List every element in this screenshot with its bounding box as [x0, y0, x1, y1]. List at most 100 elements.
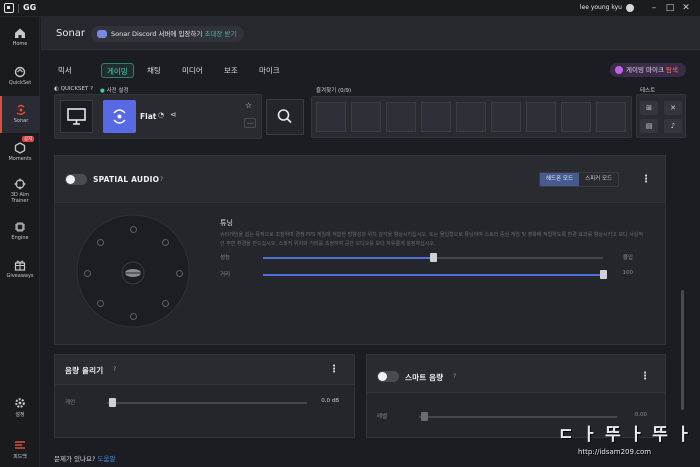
star-icon[interactable]: ☆ — [245, 101, 252, 110]
sidebar-item-engine[interactable]: Engine — [0, 221, 40, 241]
favorite-slot[interactable] — [351, 102, 381, 132]
performance-slider-label: 성능 — [220, 255, 231, 261]
preset-name: Flat — [140, 112, 157, 121]
favorite-slot[interactable] — [526, 102, 556, 132]
tab-mixer[interactable]: 믹서 — [53, 63, 77, 78]
more-options-icon[interactable]: ⋮ — [329, 365, 339, 375]
close-button[interactable]: ✕ — [680, 2, 692, 14]
section-title: SPATIAL AUDIO — [93, 175, 160, 184]
favorite-slot[interactable] — [456, 102, 486, 132]
scrollbar[interactable] — [681, 290, 684, 410]
speaker-position-handle[interactable] — [162, 238, 170, 246]
speaker-position-handle[interactable] — [83, 269, 91, 277]
discord-banner[interactable]: Sonar Discord 서버에 입장하기 초대장 받기 — [91, 26, 245, 42]
favorite-slot[interactable] — [491, 102, 521, 132]
favorite-slot[interactable] — [316, 102, 346, 132]
tab-aux[interactable]: 보조 — [219, 63, 243, 78]
user-name[interactable]: lee young kyu — [580, 4, 622, 11]
sidebar-item-label: 설정 — [15, 412, 25, 418]
chip-icon — [15, 222, 25, 232]
gain-value: 0.0 dB — [321, 398, 339, 404]
quickset-label: QUICKSET — [60, 86, 89, 92]
more-options-icon[interactable]: ⋮ — [640, 372, 650, 382]
sidebar-item-feedback[interactable]: 피드백 — [0, 439, 40, 460]
quickset-icon: ◐ — [54, 86, 59, 92]
level-slider-thumb[interactable] — [421, 412, 428, 421]
distance-slider-fill — [263, 274, 603, 276]
favorite-slot[interactable] — [561, 102, 591, 132]
speaker-position-handle[interactable] — [96, 238, 104, 246]
sidebar-item-sonar[interactable]: Sonar — [0, 96, 40, 133]
section-title: 스마트 음량 — [405, 373, 444, 382]
test-gamepad-button[interactable]: ⊞ — [640, 101, 658, 115]
gain-slider-track[interactable] — [107, 402, 307, 404]
tab-mic[interactable]: 마이크 — [254, 63, 285, 78]
volume-boost-panel: 음량 올리기 ? ⋮ 게인 0.0 dB — [54, 354, 355, 438]
sidebar-item-moments[interactable]: 공지 Moments — [0, 136, 40, 162]
help-icon[interactable]: ? — [90, 86, 93, 92]
output-device-button[interactable] — [60, 100, 93, 133]
gain-slider-thumb[interactable] — [109, 398, 116, 407]
speaker-position-handle[interactable] — [129, 313, 137, 321]
level-label: 레벨 — [377, 414, 388, 420]
monitor-icon — [67, 108, 86, 125]
gaming-mic-button[interactable]: 게이밍 마이크 탐색 — [610, 63, 686, 77]
search-icon — [277, 109, 292, 124]
sidebar-item-label: 피드백 — [13, 454, 27, 460]
tab-bar: 믹서 게이밍 채팅 미디어 보조 마이크 게이밍 마이크 탐색 — [41, 58, 700, 82]
test-film-button[interactable]: ▤ — [640, 119, 658, 133]
quickset-header: ◐ QUICKSET ? — [54, 86, 93, 92]
watermark-url: http://idsam209.com — [578, 448, 652, 456]
preset-search-button[interactable] — [266, 99, 304, 135]
tab-chat[interactable]: 채팅 — [142, 63, 166, 78]
distance-value: 100 — [622, 270, 634, 276]
sidebar-item-aim-trainer[interactable]: 3D Aim Trainer — [0, 178, 40, 204]
favorite-slot[interactable] — [596, 102, 626, 132]
tab-media[interactable]: 미디어 — [177, 63, 208, 78]
sidebar-item-label: Sonar — [13, 118, 29, 124]
sidebar-item-settings[interactable]: 설정 — [0, 397, 40, 418]
smart-volume-toggle[interactable] — [377, 371, 399, 382]
favorite-slot[interactable] — [421, 102, 451, 132]
headphone-mode-button[interactable]: 헤드폰 모드 — [540, 173, 580, 186]
performance-slider-thumb[interactable] — [429, 253, 437, 262]
help-footer: 문제가 있나요? 도움말 — [54, 453, 115, 463]
speaker-mode-button[interactable]: 스피커 모드 — [579, 173, 618, 186]
share-icon[interactable]: ⋖ — [170, 110, 177, 119]
spatial-audio-panel: SPATIAL AUDIO ? 헤드폰 모드 스피커 모드 ⋮ 튜닝 슈터게임을… — [54, 155, 666, 345]
section-title: 음량 올리기 — [65, 366, 104, 375]
avatar[interactable] — [626, 4, 634, 12]
minimize-button[interactable]: – — [648, 2, 660, 14]
steelseries-logo-icon — [4, 3, 14, 13]
help-link[interactable]: 도움말 — [97, 455, 115, 463]
watermark-title: ㄷ ㅏ 뚜 ㅏ 뚜 ㅏ — [558, 425, 693, 445]
help-icon[interactable]: ? — [160, 176, 163, 183]
title-bar: GG lee young kyu – □ ✕ — [0, 0, 700, 17]
sidebar-item-quickset[interactable]: QuickSet — [0, 66, 40, 86]
more-options-icon[interactable]: ⋮ — [641, 175, 651, 185]
help-icon[interactable]: ? — [113, 366, 116, 373]
test-music-button[interactable]: ♪ — [664, 119, 682, 133]
feedback-icon — [15, 441, 25, 449]
spatial-audio-toggle[interactable] — [65, 174, 87, 185]
speaker-position-handle[interactable] — [175, 269, 183, 277]
test-mute-button[interactable]: ✕ — [664, 101, 682, 115]
sidebar-item-label: Engine — [11, 235, 29, 241]
speaker-position-handle[interactable] — [129, 225, 137, 233]
crosshair-icon — [14, 178, 26, 190]
tab-gaming[interactable]: 게이밍 — [101, 63, 134, 78]
more-options-button[interactable]: … — [244, 118, 256, 128]
discord-invite-link[interactable]: 초대장 받기 — [204, 30, 236, 38]
sidebar-item-label: Home — [12, 41, 28, 47]
preset-thumbnail[interactable] — [103, 100, 136, 133]
gain-label: 게인 — [65, 400, 76, 406]
sidebar-item-giveaways[interactable]: Giveaways — [0, 259, 40, 279]
sidebar-item-home[interactable]: Home — [0, 27, 40, 47]
tuning-title: 튜닝 — [220, 219, 233, 227]
maximize-button[interactable]: □ — [664, 2, 676, 14]
gear-icon — [15, 398, 25, 408]
mute-icon: ✕ — [670, 104, 676, 112]
sonar-icon — [16, 104, 26, 115]
help-icon[interactable]: ? — [453, 373, 456, 380]
favorite-slot[interactable] — [386, 102, 416, 132]
